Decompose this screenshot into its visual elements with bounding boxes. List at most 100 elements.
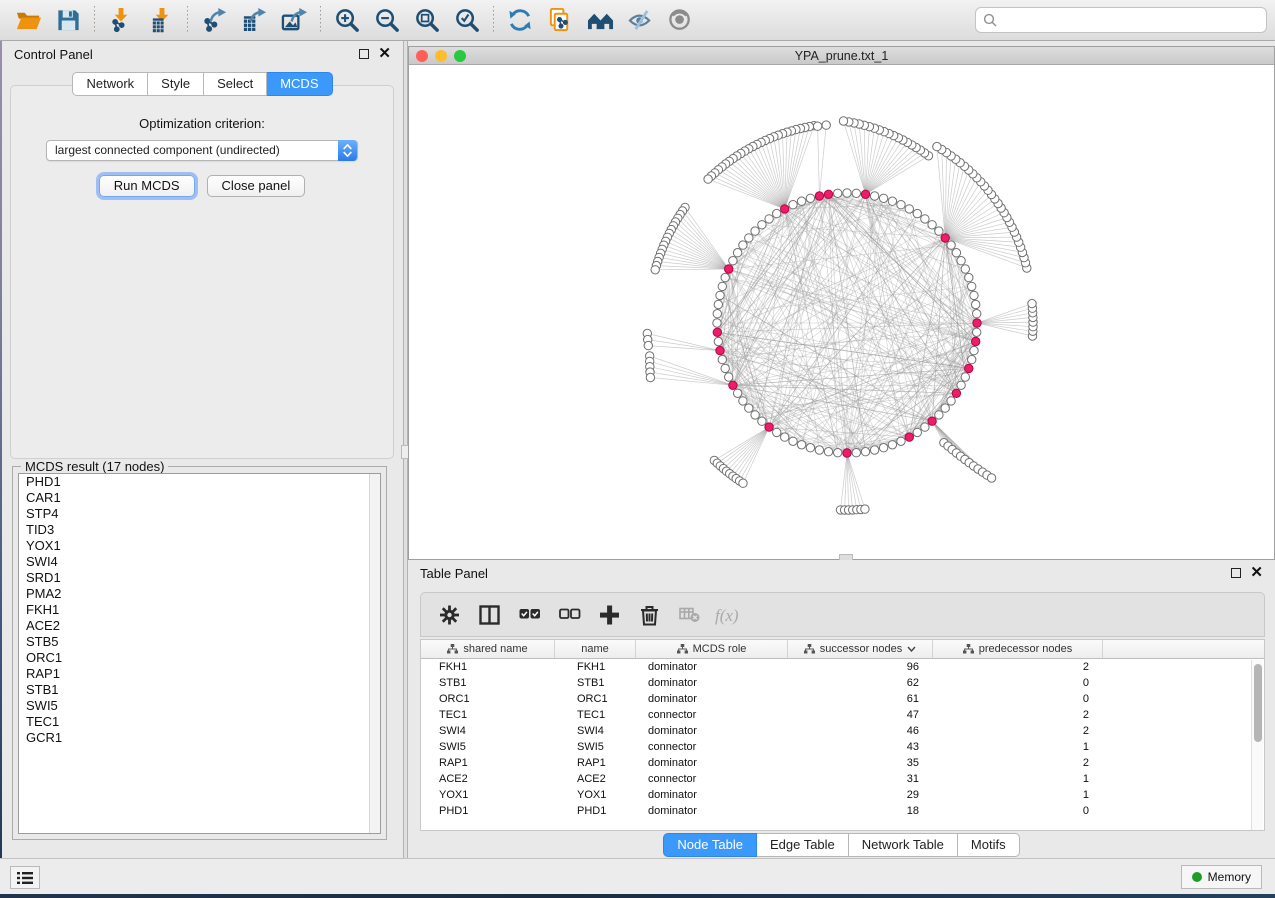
table-row[interactable]: SWI4SWI4dominator462: [421, 723, 1264, 739]
column-header-filler: [1103, 640, 1264, 658]
tab-network-table[interactable]: Network Table: [849, 833, 958, 857]
search-input[interactable]: [997, 13, 1259, 27]
deselect-all-button[interactable]: [551, 597, 587, 633]
table-cell: SWI5: [555, 739, 636, 755]
table-row[interactable]: ACE2ACE2connector311: [421, 771, 1264, 787]
export-table-icon: [241, 7, 268, 34]
mcds-tab-content: Optimization criterion: largest connecte…: [10, 85, 394, 459]
table-row[interactable]: PHD1PHD1dominator180: [421, 803, 1264, 819]
task-history-button[interactable]: [10, 866, 40, 889]
mcds-result-item[interactable]: STP4: [19, 506, 380, 522]
eye-icon: [667, 7, 694, 34]
plus-icon: [598, 604, 621, 626]
table-cell: TEC1: [555, 707, 636, 723]
show-columns-button[interactable]: [471, 597, 507, 633]
network-graph[interactable]: [409, 65, 1274, 559]
table-scrollbar[interactable]: [1251, 660, 1263, 830]
style-preview-button[interactable]: [620, 3, 660, 37]
network-view-titlebar[interactable]: YPA_prune.txt_1: [409, 47, 1274, 65]
eye-slash-icon: [627, 7, 654, 34]
float-table-panel-button[interactable]: [1231, 568, 1241, 578]
table-cell: dominator: [636, 723, 788, 739]
table-row[interactable]: YOX1YOX1dominator291: [421, 787, 1264, 803]
column-header-successor-nodes[interactable]: successor nodes: [788, 640, 933, 658]
export-network-button[interactable]: [194, 3, 234, 37]
mcds-result-item[interactable]: FKH1: [19, 602, 380, 618]
mcds-result-group: MCDS result (17 nodes) PHD1CAR1STP4TID3Y…: [12, 466, 387, 840]
mcds-result-item[interactable]: SRD1: [19, 570, 380, 586]
zoom-in-button[interactable]: [327, 3, 367, 37]
select-all-button[interactable]: [511, 597, 547, 633]
close-panel-button[interactable]: ✕: [378, 49, 391, 59]
mcds-result-item[interactable]: ACE2: [19, 618, 380, 634]
tab-edge-table[interactable]: Edge Table: [757, 833, 849, 857]
mcds-result-item[interactable]: SWI4: [19, 554, 380, 570]
network-canvas[interactable]: [409, 65, 1274, 559]
zoom-selected-button[interactable]: [447, 3, 487, 37]
tab-motifs[interactable]: Motifs: [958, 833, 1020, 857]
network-analyzer-button[interactable]: [580, 3, 620, 37]
mcds-result-item[interactable]: TEC1: [19, 714, 380, 730]
table-row[interactable]: FKH1FKH1dominator962: [421, 659, 1264, 675]
mcds-result-item[interactable]: YOX1: [19, 538, 380, 554]
zoom-fit-button[interactable]: [407, 3, 447, 37]
close-table-panel-button[interactable]: ✕: [1250, 568, 1263, 578]
table-row[interactable]: STB1STB1dominator620: [421, 675, 1264, 691]
column-header-name[interactable]: name: [555, 640, 636, 658]
mcds-result-list[interactable]: PHD1CAR1STP4TID3YOX1SWI4SRD1PMA2FKH1ACE2…: [18, 473, 381, 834]
toolbar-separator: [493, 6, 494, 34]
mcds-result-item[interactable]: RAP1: [19, 666, 380, 682]
mcds-result-item[interactable]: TID3: [19, 522, 380, 538]
table-cell: 0: [933, 691, 1103, 707]
mcds-result-item[interactable]: PMA2: [19, 586, 380, 602]
table-row[interactable]: TEC1TEC1connector472: [421, 707, 1264, 723]
tab-style[interactable]: Style: [148, 72, 204, 96]
add-row-button[interactable]: [591, 597, 627, 633]
float-panel-button[interactable]: [359, 49, 369, 59]
tab-network[interactable]: Network: [72, 72, 148, 96]
table-options-button[interactable]: [431, 597, 467, 633]
table-scrollbar-thumb[interactable]: [1254, 664, 1262, 742]
tab-select[interactable]: Select: [204, 72, 267, 96]
export-table-button[interactable]: [234, 3, 274, 37]
share-session-button[interactable]: [540, 3, 580, 37]
table-row[interactable]: ORC1ORC1dominator610: [421, 691, 1264, 707]
search-box[interactable]: [975, 7, 1267, 33]
mcds-list-scrollbar[interactable]: [369, 474, 380, 833]
criterion-dropdown[interactable]: largest connected component (undirected): [46, 140, 358, 161]
import-table-button[interactable]: [141, 3, 181, 37]
run-mcds-button[interactable]: Run MCDS: [99, 175, 195, 197]
import-network-button[interactable]: [101, 3, 141, 37]
show-hide-button[interactable]: [660, 3, 700, 37]
column-header-shared-name[interactable]: shared name: [421, 640, 555, 658]
zoom-out-button[interactable]: [367, 3, 407, 37]
close-panel-button-mcds[interactable]: Close panel: [207, 175, 306, 197]
mcds-result-item[interactable]: STB1: [19, 682, 380, 698]
mcds-result-item[interactable]: ORC1: [19, 650, 380, 666]
mcds-result-item[interactable]: CAR1: [19, 490, 380, 506]
mcds-result-item[interactable]: STB5: [19, 634, 380, 650]
deselect-all-icon: [558, 604, 581, 626]
delete-row-button[interactable]: [631, 597, 667, 633]
split-columns-icon: [478, 604, 501, 626]
column-header-MCDS-role[interactable]: MCDS role: [636, 640, 788, 658]
houses-icon: [587, 7, 614, 34]
table-cell: YOX1: [555, 787, 636, 803]
mcds-result-item[interactable]: GCR1: [19, 730, 380, 746]
column-header-predecessor-nodes[interactable]: predecessor nodes: [933, 640, 1103, 658]
memory-button[interactable]: Memory: [1181, 865, 1262, 889]
svg-text:f(x): f(x): [715, 606, 739, 625]
open-file-button[interactable]: [8, 3, 48, 37]
control-panel-title: Control Panel: [14, 47, 93, 62]
tab-node-table[interactable]: Node Table: [663, 833, 757, 857]
criterion-dropdown-value: largest connected component (undirected): [55, 143, 280, 157]
save-session-button[interactable]: [48, 3, 88, 37]
mcds-result-item[interactable]: PHD1: [19, 474, 380, 490]
refresh-button[interactable]: [500, 3, 540, 37]
tab-mcds[interactable]: MCDS: [267, 72, 332, 96]
table-row[interactable]: SWI5SWI5connector431: [421, 739, 1264, 755]
table-row[interactable]: RAP1RAP1dominator352: [421, 755, 1264, 771]
table-cell: 2: [933, 707, 1103, 723]
mcds-result-item[interactable]: SWI5: [19, 698, 380, 714]
export-image-button[interactable]: [274, 3, 314, 37]
